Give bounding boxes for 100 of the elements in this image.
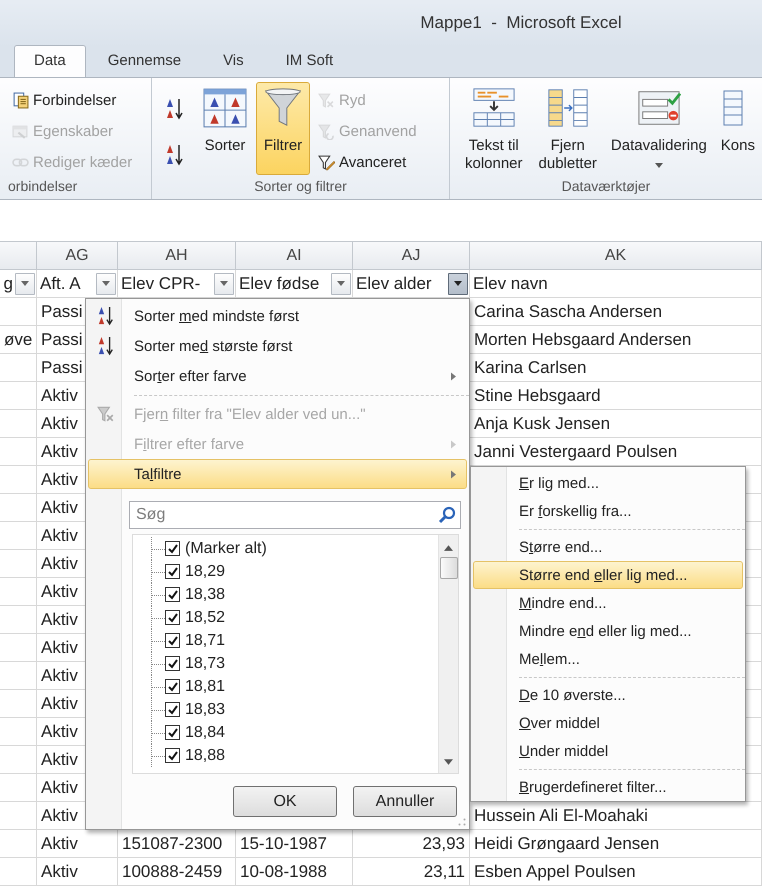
sort-table-icon: [203, 87, 247, 129]
table-cell: [0, 438, 37, 466]
dropdown-arrow-icon: [337, 281, 345, 286]
table-cell: [0, 410, 37, 438]
table-cell: [0, 354, 37, 382]
table-cell: Stine Hebsgaard: [470, 382, 762, 410]
header-text: Elev fødse: [239, 273, 320, 295]
table-cell: Esben Appel Poulsen: [470, 858, 762, 886]
scroll-up-icon[interactable]: [444, 545, 453, 551]
menu-item[interactable]: Er forskellig fra...: [473, 497, 743, 525]
table-cell: 10-08-1988: [236, 858, 353, 886]
value-label: 18,71: [184, 632, 226, 650]
data-validation-button[interactable]: Datavalidering: [606, 82, 712, 175]
header-text: g: [4, 273, 13, 295]
ribbon-tab[interactable]: Vis: [203, 45, 264, 77]
scrollbar-thumb[interactable]: [440, 557, 458, 579]
submenu-arrow-icon: [451, 440, 456, 448]
checkbox[interactable]: [165, 633, 180, 648]
resize-grip-icon[interactable]: [458, 818, 466, 826]
scrollbar[interactable]: [438, 535, 458, 773]
checkbox[interactable]: [165, 541, 180, 556]
table-cell: Heidi Grøngaard Jensen: [470, 830, 762, 858]
checkbox[interactable]: [165, 725, 180, 740]
table-cell: Anja Kusk Jensen: [470, 410, 762, 438]
menu-item[interactable]: Under middel: [473, 737, 743, 765]
menu-item[interactable]: De 10 øverste...: [473, 681, 743, 709]
connections-button[interactable]: Forbindelser: [8, 88, 136, 114]
checkbox[interactable]: [165, 748, 180, 763]
column-header[interactable]: AH: [118, 242, 236, 270]
ok-button[interactable]: OK: [233, 786, 337, 817]
sort-button[interactable]: Sorter: [198, 82, 252, 175]
table-cell: [0, 494, 37, 522]
dropdown-arrow-icon: [220, 281, 228, 286]
table-cell: [0, 662, 37, 690]
window-icon: [12, 123, 29, 140]
menu-item[interactable]: Mindre end eller lig med...: [473, 617, 743, 645]
menu-item[interactable]: Mindre end...: [473, 589, 743, 617]
value-label: 18,73: [184, 654, 226, 672]
header-text: Elev navn: [473, 273, 548, 295]
table-cell: 23,11: [353, 858, 470, 886]
funnel-pencil-icon: [318, 154, 335, 171]
menu-item[interactable]: Over middel: [473, 709, 743, 737]
scroll-down-icon[interactable]: [444, 759, 453, 765]
group-label: orbindelser: [7, 177, 78, 196]
cancel-button[interactable]: Annuller: [353, 786, 457, 817]
table-cell: øve: [0, 326, 37, 354]
sort-ascending-icon: [165, 97, 185, 121]
table-cell: [0, 802, 37, 830]
checkbox[interactable]: [165, 587, 180, 602]
value-label: 18,52: [184, 608, 226, 626]
text-to-columns-button[interactable]: Tekst til kolonner: [458, 82, 530, 175]
column-header[interactable]: AI: [236, 242, 353, 270]
window-title: Mappe1 - Microsoft Excel: [420, 12, 622, 32]
advanced-button[interactable]: Avanceret: [314, 149, 421, 175]
value-label: 18,84: [184, 724, 226, 742]
columns-arrow-icon: [546, 87, 590, 129]
checkbox[interactable]: [165, 564, 180, 579]
filter-button[interactable]: Filtrer: [256, 82, 310, 175]
ribbon-tab[interactable]: Gennemse: [88, 45, 202, 77]
table-cell: [0, 550, 37, 578]
table-cell: Karina Carlsen: [470, 354, 762, 382]
menu-item[interactable]: Større end eller lig med...: [473, 561, 743, 589]
group-label: Dataværktøjer: [560, 177, 652, 196]
menu-item[interactable]: Større end...: [473, 533, 743, 561]
value-label: (Marker alt): [184, 540, 267, 558]
value-label: 18,83: [184, 700, 226, 718]
dropdown-arrow-icon: [21, 281, 29, 286]
column-header[interactable]: AG: [37, 242, 118, 270]
table-cell: [0, 774, 37, 802]
table-cell: [0, 718, 37, 746]
table-cell: 100888-2459: [118, 858, 236, 886]
header-text: Elev alder: [356, 273, 433, 295]
value-label: 18,81: [184, 678, 226, 696]
consolidate-button[interactable]: Kons: [716, 82, 760, 175]
sort-ascending-icon: [96, 305, 114, 327]
remove-duplicates-button[interactable]: Fjern dubletter: [534, 82, 602, 175]
header-text: Aft. A: [40, 273, 82, 295]
table-cell: [0, 522, 37, 550]
funnel-clear-icon: [318, 92, 335, 110]
table-cell: [0, 858, 37, 886]
column-header[interactable]: AJ: [353, 242, 470, 270]
ribbon-tab[interactable]: IM Soft: [266, 45, 354, 77]
menu-item[interactable]: Er lig med...: [473, 469, 743, 497]
menu-item[interactable]: Brugerdefineret filter...: [473, 773, 743, 801]
search-field[interactable]: Søg: [129, 501, 461, 529]
column-header[interactable]: AK: [470, 242, 762, 270]
menu-item[interactable]: Talfiltre: [88, 459, 467, 489]
ribbon-tab[interactable]: Data: [14, 45, 86, 77]
checkbox[interactable]: [165, 702, 180, 717]
document-icon: [12, 92, 29, 110]
value-label: 18,38: [184, 586, 226, 604]
filter-dropdown-button[interactable]: [448, 272, 468, 294]
table-cell: [0, 382, 37, 410]
checkbox[interactable]: [165, 679, 180, 694]
sort-descending-icon: [165, 143, 185, 167]
checkbox[interactable]: [165, 656, 180, 671]
search-icon: [438, 506, 456, 524]
menu-item[interactable]: Mellem...: [473, 645, 743, 673]
checkbox[interactable]: [165, 610, 180, 625]
table-cell: [0, 830, 37, 858]
